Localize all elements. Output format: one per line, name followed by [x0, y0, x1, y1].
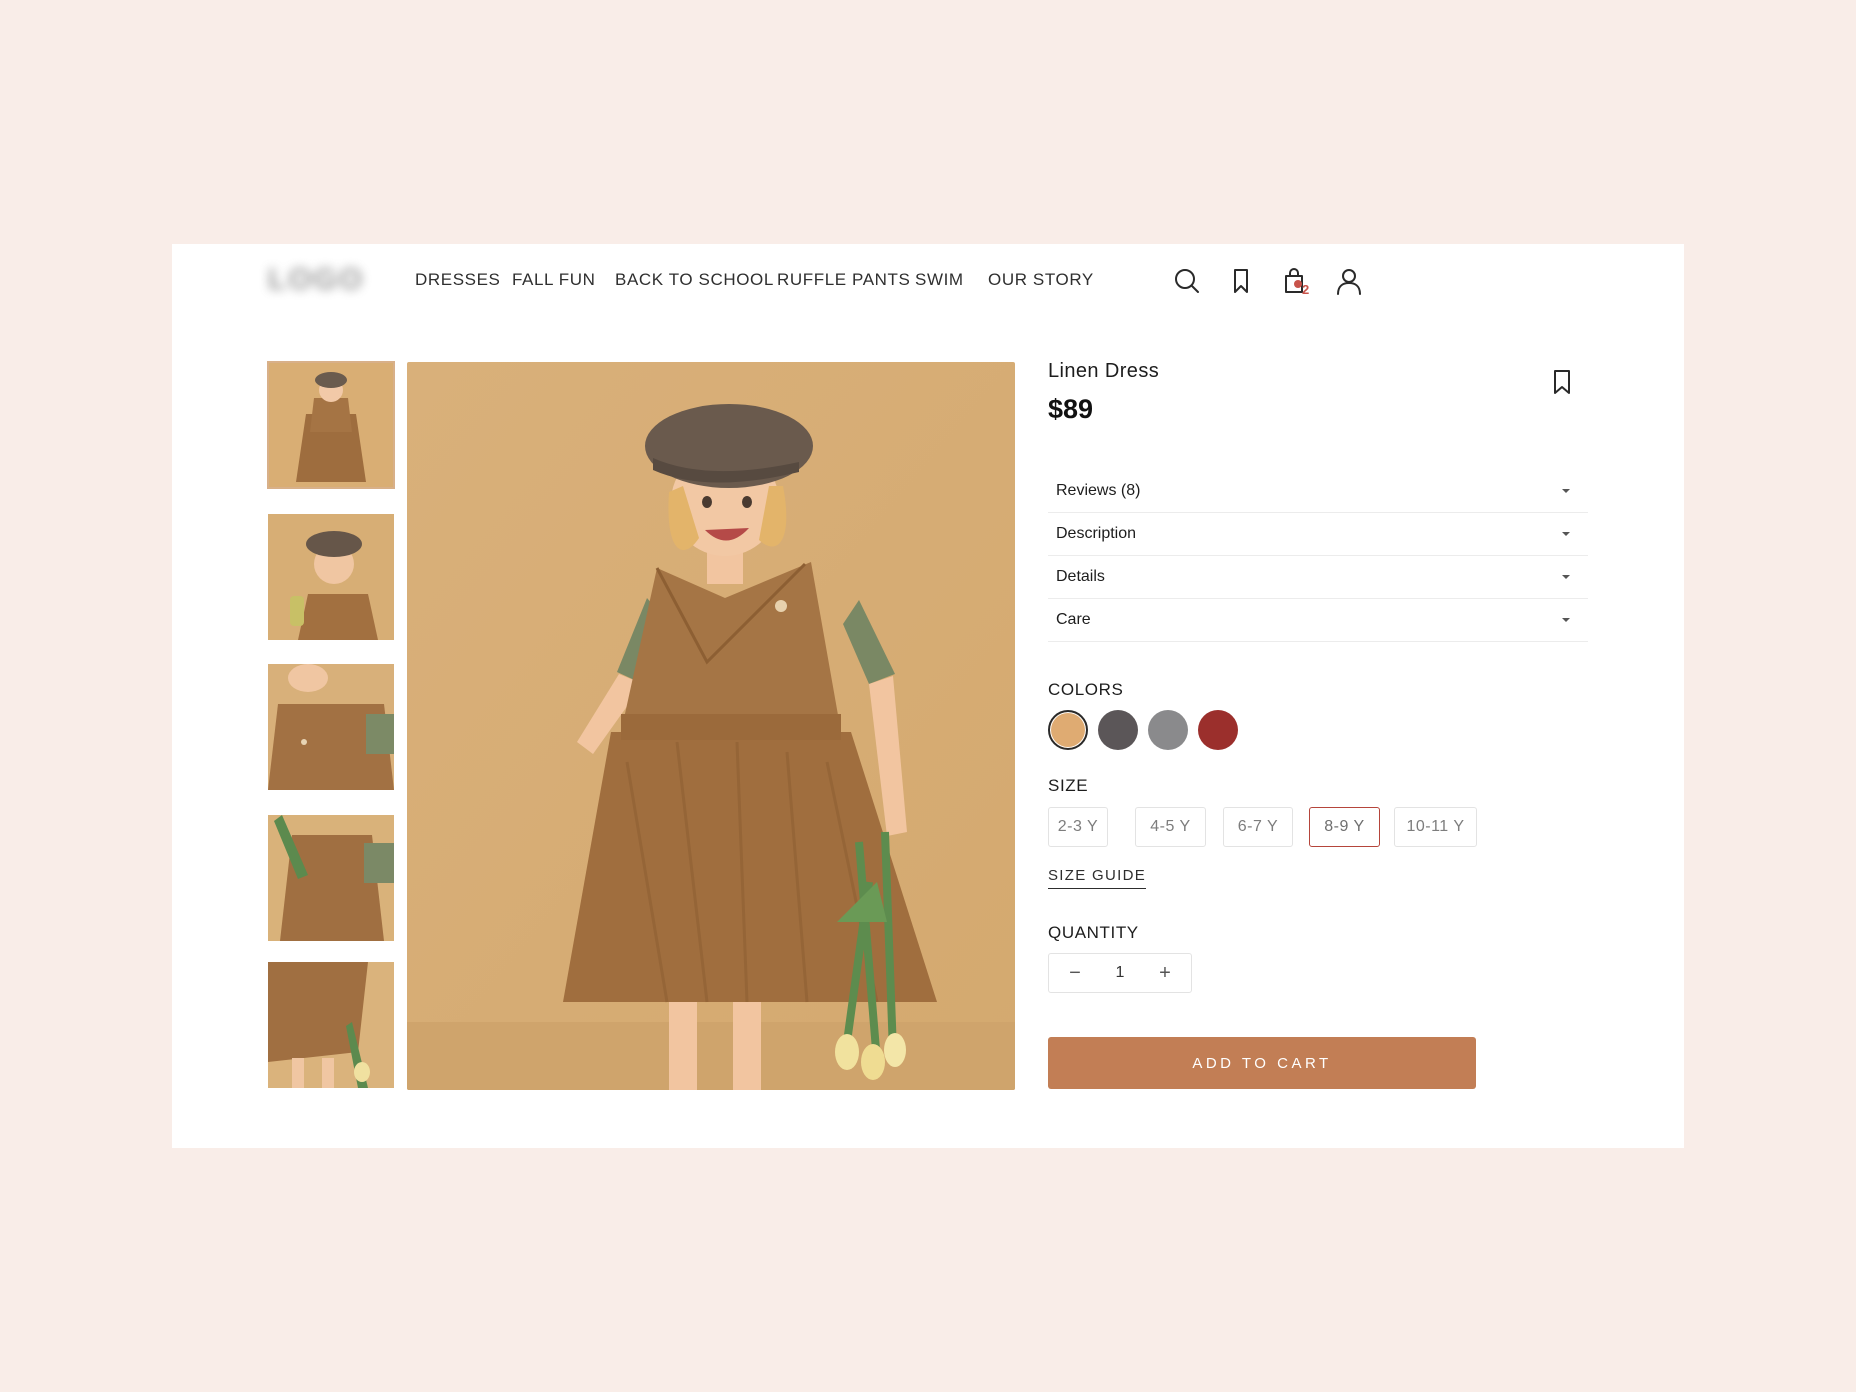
- quantity-value[interactable]: 1: [1116, 964, 1125, 982]
- product-name: Linen Dress: [1048, 360, 1160, 382]
- size-option-2-3[interactable]: 2-3 Y: [1048, 807, 1108, 847]
- caret-down-icon: [1562, 489, 1570, 493]
- size-label: SIZE: [1048, 776, 1089, 795]
- main-product-image[interactable]: [407, 362, 1015, 1090]
- caret-down-icon: [1562, 618, 1570, 622]
- quantity-increment-button[interactable]: +: [1155, 962, 1175, 984]
- caret-down-icon: [1562, 575, 1570, 579]
- size-option-10-11[interactable]: 10-11 Y: [1394, 807, 1477, 847]
- accordion-label: Details: [1056, 568, 1105, 585]
- caret-down-icon: [1562, 532, 1570, 536]
- product-price: $89: [1048, 394, 1094, 424]
- search-icon[interactable]: [1172, 266, 1204, 298]
- colors-label: COLORS: [1048, 680, 1124, 699]
- quantity-stepper: − 1 +: [1048, 953, 1192, 993]
- user-icon[interactable]: [1334, 266, 1366, 298]
- shopping-bag-icon[interactable]: 2: [1280, 266, 1312, 298]
- color-swatch-red[interactable]: [1198, 710, 1238, 750]
- color-swatch-tan[interactable]: [1048, 710, 1088, 750]
- thumbnail-5[interactable]: [268, 962, 394, 1088]
- thumbnail-3[interactable]: [268, 664, 394, 790]
- color-swatch-gray[interactable]: [1148, 710, 1188, 750]
- cart-badge-dot: [1294, 280, 1302, 288]
- accordion-details[interactable]: Details: [1048, 556, 1588, 599]
- quantity-decrement-button[interactable]: −: [1065, 962, 1085, 984]
- size-option-8-9[interactable]: 8-9 Y: [1309, 807, 1380, 847]
- add-to-cart-button[interactable]: ADD TO CART: [1048, 1037, 1476, 1089]
- thumbnail-1[interactable]: [267, 361, 395, 489]
- size-guide-link[interactable]: SIZE GUIDE: [1048, 867, 1147, 889]
- cart-count: 2: [1302, 282, 1310, 297]
- accordion-label: Description: [1056, 525, 1137, 542]
- accordion-label: Reviews (8): [1056, 482, 1141, 499]
- color-swatch-charcoal[interactable]: [1098, 710, 1138, 750]
- product-page-card: LOGO DRESSES FALL FUN BACK TO SCHOOL RUF…: [172, 244, 1684, 1148]
- accordion-reviews[interactable]: Reviews (8): [1048, 470, 1588, 513]
- size-option-6-7[interactable]: 6-7 Y: [1223, 807, 1293, 847]
- thumbnail-2[interactable]: [268, 514, 394, 640]
- bookmark-icon[interactable]: [1550, 368, 1574, 396]
- product-accordion: Reviews (8) Description Details Care: [1048, 470, 1588, 642]
- thumbnail-4[interactable]: [268, 815, 394, 941]
- accordion-label: Care: [1056, 611, 1091, 628]
- quantity-label: QUANTITY: [1048, 923, 1139, 942]
- accordion-description[interactable]: Description: [1048, 513, 1588, 556]
- bookmark-icon[interactable]: [1226, 266, 1258, 298]
- header-icons: 2: [172, 266, 1684, 306]
- size-option-4-5[interactable]: 4-5 Y: [1135, 807, 1206, 847]
- accordion-care[interactable]: Care: [1048, 599, 1588, 642]
